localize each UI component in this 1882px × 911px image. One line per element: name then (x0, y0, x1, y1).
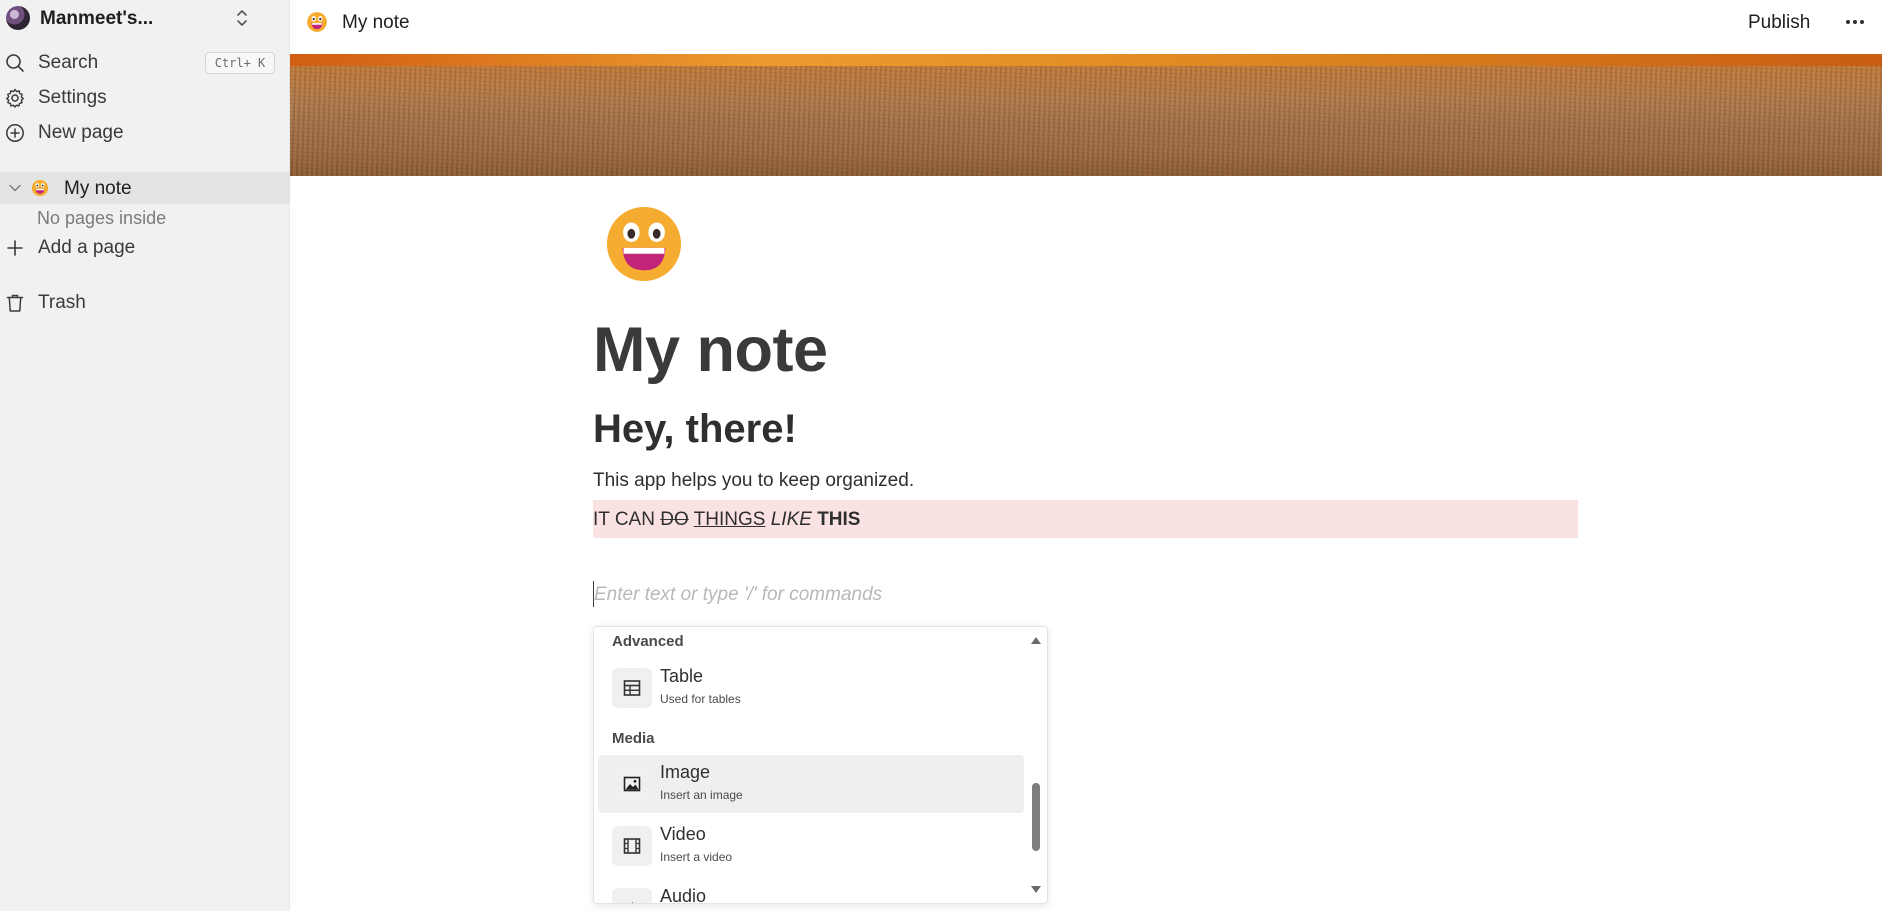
menu-item-title: Video (660, 824, 706, 844)
menu-item-subtitle: Insert an image (660, 788, 743, 802)
menu-item-audio[interactable]: Audio (598, 879, 1024, 904)
sidebar-item-new-page[interactable]: New page (0, 117, 290, 147)
text-italic: LIKE (770, 509, 812, 530)
sidebar: Manmeet's... Search Ctrl+ K Settings New… (0, 0, 290, 911)
menu-item-icon-box (612, 668, 652, 708)
menu-item-title: Image (660, 762, 711, 782)
sidebar-item-label: My note (64, 178, 132, 199)
breadcrumb-page-title[interactable]: My note (342, 12, 410, 34)
menu-item-icon-box (612, 888, 652, 903)
audio-icon (631, 902, 633, 903)
menu-item-image[interactable]: Image Insert an image (598, 755, 1024, 813)
menu-item-title: Table (660, 666, 704, 686)
search-shortcut-badge: Ctrl+ K (205, 52, 275, 74)
grinning-face-icon (31, 179, 49, 197)
sidebar-item-label: Search (38, 52, 99, 73)
more-horizontal-icon[interactable] (1843, 12, 1867, 32)
sidebar-item-label: Add a page (38, 237, 136, 258)
topbar: My note Publish (290, 0, 1882, 46)
trash-icon (6, 294, 24, 312)
menu-item-title: Audio (660, 886, 707, 904)
sidebar-item-label: Settings (38, 87, 107, 108)
workspace-switcher[interactable]: Manmeet's... (0, 0, 290, 36)
workspace-avatar (6, 6, 30, 30)
publish-button[interactable]: Publish (1748, 10, 1810, 36)
command-menu[interactable]: Advanced Table Used for tables Media Ima… (593, 626, 1048, 904)
gear-icon (6, 88, 24, 108)
scroll-down-arrow-icon[interactable] (1030, 885, 1042, 895)
styled-line: IT CAN DO THINGS LIKE THIS (593, 509, 860, 531)
paragraph-block[interactable]: This app helps you to keep organized. (593, 470, 914, 492)
image-icon (623, 776, 641, 792)
text-bold: THIS (817, 509, 861, 530)
text-underline: THINGS (693, 509, 766, 530)
search-icon (6, 54, 24, 72)
plus-circle-icon (6, 124, 24, 142)
menu-item-video[interactable]: Video Insert a video (598, 817, 1024, 875)
grinning-face-icon (307, 12, 327, 32)
cover-sunset-band (290, 54, 1882, 66)
sidebar-item-label: New page (38, 122, 124, 143)
menu-item-subtitle: Insert a video (660, 850, 733, 864)
editor-placeholder[interactable]: Enter text or type '/' for commands (594, 584, 882, 606)
table-icon (623, 680, 641, 696)
menu-item-icon-box (612, 764, 652, 804)
sidebar-item-add-page[interactable]: Add a page (0, 232, 290, 262)
menu-group-advanced: Advanced (612, 633, 684, 650)
page-title[interactable]: My note (593, 314, 828, 386)
menu-item-icon-box (612, 826, 652, 866)
page-emoji-icon[interactable] (605, 205, 683, 283)
sidebar-item-search[interactable]: Search Ctrl+ K (0, 47, 290, 77)
cover-image[interactable] (290, 54, 1882, 176)
scrollbar-thumb[interactable] (1032, 783, 1040, 851)
text-plain: IT CAN (593, 509, 661, 530)
menu-group-media: Media (612, 730, 655, 747)
sidebar-item-settings[interactable]: Settings (0, 82, 290, 112)
heading-block[interactable]: Hey, there! (593, 407, 797, 452)
sidebar-item-my-note[interactable]: My note (0, 172, 290, 204)
menu-item-subtitle: Used for tables (660, 692, 741, 706)
scroll-up-arrow-icon[interactable] (1030, 635, 1042, 645)
no-pages-text: No pages inside (37, 208, 167, 228)
sidebar-item-trash[interactable]: Trash (0, 287, 290, 317)
workspace-name: Manmeet's... (40, 8, 154, 29)
menu-item-table[interactable]: Table Used for tables (598, 659, 1024, 717)
sidebar-item-label: Trash (38, 292, 86, 313)
video-icon (623, 838, 641, 854)
plus-icon (7, 240, 23, 256)
text-strikethrough: DO (660, 509, 689, 530)
highlighted-text-block[interactable]: IT CAN DO THINGS LIKE THIS (593, 500, 1578, 538)
chevron-down-icon[interactable] (8, 181, 22, 195)
chevron-up-down-icon[interactable] (232, 6, 252, 30)
